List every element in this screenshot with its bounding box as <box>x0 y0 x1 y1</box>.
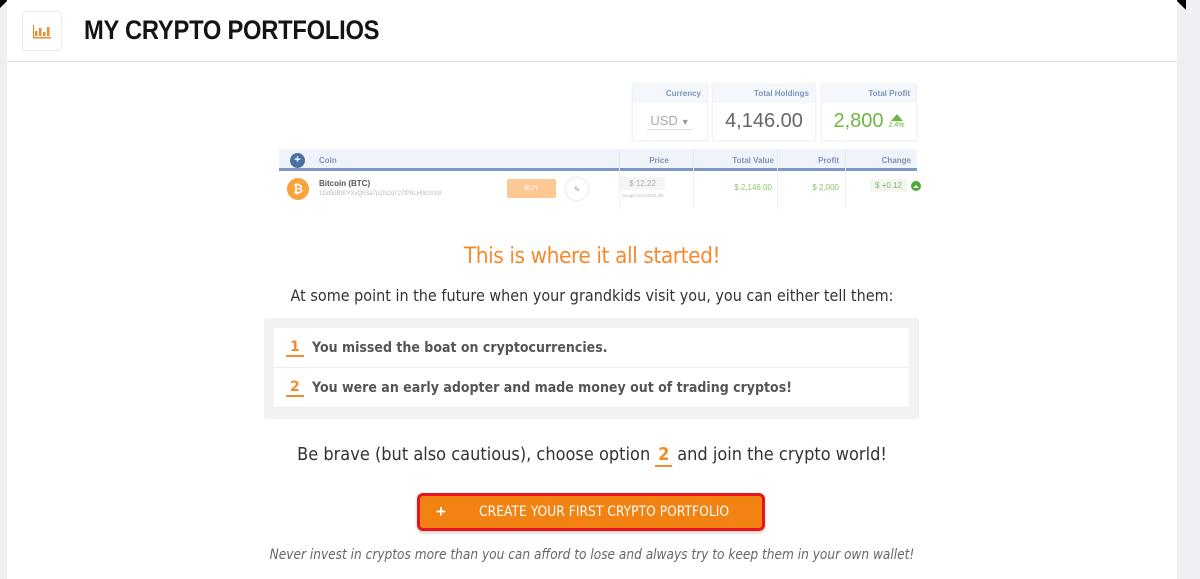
option-item: 2 You were an early adopter and made mon… <box>274 368 909 408</box>
portfolio-preview-image: Currency USD ▼ Total Holdings 4,146.00 To… <box>272 84 922 219</box>
coin-price: $ 12.22 <box>620 177 665 190</box>
caret-down-icon: ▼ <box>680 117 690 127</box>
option-text: You missed the boat on cryptocurrencies. <box>311 339 608 356</box>
create-portfolio-label: CREATE YOUR FIRST CRYPTO PORTFOLIO <box>478 504 729 520</box>
coin-address: 1Dd9eBtKYXxQhSa7pZN2qT27fP8LHWzSX8 <box>319 191 442 197</box>
column-total-value: Total Value <box>732 156 774 165</box>
coin-profit: $ 2,000 <box>812 183 839 192</box>
edit-icon: ✎ <box>566 178 588 200</box>
headline: This is where it all started! <box>463 244 721 269</box>
column-price: Price <box>649 156 669 165</box>
options-list: 1 You missed the boat on cryptocurrencie… <box>264 318 919 419</box>
disclaimer: Never invest in cryptos more than you ca… <box>269 547 915 563</box>
profit-change-pct: 2.4% <box>888 122 905 129</box>
cta-option-number: 2 <box>655 444 673 467</box>
change-up-icon <box>911 181 921 191</box>
bar-chart-icon <box>22 10 62 51</box>
option-number: 2 <box>286 379 304 397</box>
plus-icon: + <box>435 502 446 521</box>
add-coin-icon: + <box>290 153 305 168</box>
buy-button: BUY <box>507 179 556 198</box>
coin-name: Bitcoin (BTC) <box>319 179 371 188</box>
holdings-label: Total Holdings <box>713 85 815 103</box>
profit-label: Total Profit <box>822 85 916 103</box>
option-text: You were an early adopter and made money… <box>311 379 792 396</box>
currency-label: Currency <box>633 85 707 103</box>
column-profit: Profit <box>818 156 839 165</box>
currency-stat: Currency USD ▼ <box>632 84 708 141</box>
column-change: Change <box>881 156 911 165</box>
page-title: MY CRYPTO PORTFOLIOS <box>84 15 380 45</box>
table-row: ₿ Bitcoin (BTC) 1Dd9eBtKYXxQhSa7pZN2qT27… <box>279 171 921 209</box>
cta-text: Be brave (but also cautious), choose opt… <box>297 444 887 467</box>
profit-value: 2,800 <box>833 110 884 132</box>
arrow-up-icon <box>890 114 903 121</box>
total-profit-stat: Total Profit 2,800 2.4% <box>821 84 917 141</box>
option-item: 1 You missed the boat on cryptocurrencie… <box>274 328 909 368</box>
column-coin: Coin <box>319 156 337 165</box>
holdings-value: 4,146.00 <box>725 110 803 132</box>
table-header: + Coin Price Total Value Profit Change <box>279 149 917 171</box>
bought-at-info: bought at 0.0002, $5 <box>622 193 664 198</box>
total-holdings-stat: Total Holdings 4,146.00 <box>712 84 816 141</box>
coins-table: + Coin Price Total Value Profit Change ₿… <box>279 149 921 209</box>
window-corner <box>1176 0 1186 10</box>
coin-change: $ +0.12 <box>870 179 907 192</box>
create-portfolio-button[interactable]: + CREATE YOUR FIRST CRYPTO PORTFOLIO <box>417 493 765 531</box>
portfolios-panel: MY CRYPTO PORTFOLIOS Currency USD ▼ Total… <box>7 0 1177 579</box>
bitcoin-icon: ₿ <box>287 178 309 200</box>
coin-total-value: $ 2,146.00 <box>734 183 772 192</box>
intro-text: At some point in the future when your gr… <box>290 286 894 305</box>
currency-select: USD ▼ <box>647 113 693 130</box>
panel-header: MY CRYPTO PORTFOLIOS <box>7 0 1177 62</box>
option-number: 1 <box>286 339 304 357</box>
